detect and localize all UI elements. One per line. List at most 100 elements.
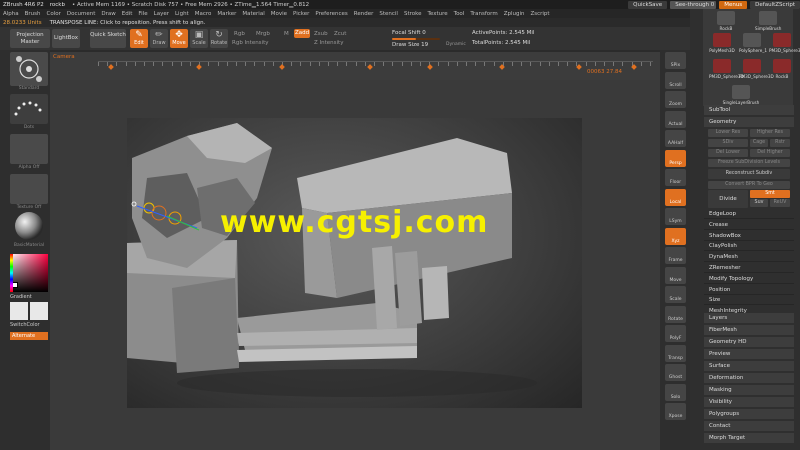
menus-button[interactable]: Menus [719,0,748,9]
menu-texture[interactable]: Texture [428,11,448,17]
shelf-xyz-button[interactable]: Xyz [665,227,686,245]
menu-zscript[interactable]: Zscript [530,11,549,17]
menu-stencil[interactable]: Stencil [379,11,398,17]
panel-visibility[interactable]: Visibility [704,397,794,407]
dynamic-toggle[interactable]: Dynamic [446,42,466,47]
hue-strip[interactable] [10,254,13,292]
tool-thumbnail[interactable]: RockB [769,59,795,79]
tool-thumbnail[interactable]: PolySphere_1 [739,33,767,53]
panel-zremesher[interactable]: ZRemesher [704,263,794,273]
zsub-toggle[interactable]: Zsub [314,31,328,37]
tool-thumbnail[interactable]: PM3D_Sphere3D [709,59,744,79]
menu-brush[interactable]: Brush [25,11,41,17]
tool-thumbnail[interactable]: PolyMesh3D [709,33,735,53]
quicksave-button[interactable]: QuickSave [628,0,668,9]
m-toggle[interactable]: M [284,31,289,37]
tool-thumbnail[interactable]: PM3D_Sphere3D [739,59,774,79]
panel-size[interactable]: Size [704,295,794,306]
shelf-polyf-button[interactable]: PolyF [665,325,686,342]
document-viewport[interactable] [127,118,582,408]
rotate-mode-button[interactable]: ↻ Rotate [210,29,228,48]
timeline[interactable]: Camera 00063 27.84 [50,52,660,80]
scale-mode-button[interactable]: ▣ Scale [190,29,208,48]
shelf-rotate-button[interactable]: Rotate [665,305,686,323]
texture-button[interactable] [10,174,48,204]
panel-geometry-hd[interactable]: Geometry HD [704,337,794,347]
rgb-toggle[interactable]: Rgb [234,31,245,37]
menu-alpha[interactable]: Alpha [3,11,19,17]
main-color-swatch[interactable] [10,302,28,320]
dots-stroke-button[interactable] [10,94,48,124]
timeline-keyframe[interactable] [108,64,114,70]
shelf-aahalf-button[interactable]: AAHalf [665,130,686,147]
shelf-persp-button[interactable]: Persp [665,149,686,167]
panel-deformation[interactable]: Deformation [704,373,794,383]
del-lower-button[interactable]: Del Lower [708,149,748,157]
menu-preferences[interactable]: Preferences [315,11,347,17]
menu-macro[interactable]: Macro [195,11,212,17]
mrgb-toggle[interactable]: Mrgb [256,31,270,37]
timeline-keyframe[interactable] [427,64,433,70]
freeze-subdiv-button[interactable]: Freeze SubDivision Levels [708,159,790,167]
panel-dynamesh[interactable]: DynaMesh [704,252,794,263]
see-through-slider[interactable]: See-through 0 [670,0,717,9]
shelf-zoom-button[interactable]: Zoom [665,91,686,108]
shelf-actual-button[interactable]: Actual [665,110,686,128]
menu-file[interactable]: File [138,11,147,17]
geometry-header[interactable]: Geometry [704,117,794,127]
menu-material[interactable]: Material [242,11,264,17]
timeline-keyframe[interactable] [278,64,285,70]
menu-render[interactable]: Render [354,11,374,17]
panel-preview[interactable]: Preview [704,349,794,359]
alpha-button[interactable] [10,134,48,164]
reconstruct-subdiv-button[interactable]: Reconstruct Subdiv [708,169,790,179]
focal-shift-track[interactable] [392,38,440,40]
shelf-scroll-button[interactable]: Scroll [665,71,686,89]
tool-thumbnail[interactable]: SimpleBrush [755,11,781,31]
menu-picker[interactable]: Picker [293,11,309,17]
lower-res-button[interactable]: Lower Res [708,129,748,137]
tool-thumbnail[interactable]: PM3D_Sphere3D [769,33,800,53]
menu-layer[interactable]: Layer [154,11,169,17]
menu-draw[interactable]: Draw [101,11,115,17]
shelf-scale-button[interactable]: Scale [665,286,686,303]
menu-color[interactable]: Color [47,11,61,17]
material-button[interactable] [10,210,48,242]
shelf-spix-button[interactable]: SPix [665,52,686,69]
z-intensity-slider[interactable]: Z Intensity [314,40,343,46]
panel-morph-target[interactable]: Morph Target [704,433,794,443]
menu-marker[interactable]: Marker [217,11,236,17]
panel-crease[interactable]: Crease [704,219,794,230]
cage-button[interactable]: Cage [750,139,768,147]
color-picker[interactable] [10,254,48,292]
suv-toggle[interactable]: Suv [750,199,768,207]
menu-stroke[interactable]: Stroke [404,11,422,17]
default-zscript-button[interactable]: DefaultZScript [750,0,800,9]
focal-shift-slider[interactable]: Focal Shift 0 [392,30,426,36]
draw-mode-button[interactable]: ✏ Draw [150,29,168,48]
panel-masking[interactable]: Masking [704,385,794,395]
smt-toggle[interactable]: Smt [750,190,790,198]
shelf-xpose-button[interactable]: Xpose [665,403,686,420]
standard-brush-button[interactable] [10,52,48,86]
menu-movie[interactable]: Movie [271,11,287,17]
secondary-color-swatch[interactable] [30,302,48,320]
shelf-move-button[interactable]: Move [665,266,686,284]
switch-color-button[interactable]: SwitchColor [10,322,48,328]
shelf-local-button[interactable]: Local [665,188,686,206]
timeline-keyframe[interactable] [196,64,202,70]
shelf-frame-button[interactable]: Frame [665,247,686,264]
projection-master-button[interactable]: Projection Master [10,29,50,48]
tool-thumbnail[interactable]: SingleLayerBrush [719,85,763,105]
timeline-keyframe[interactable] [630,64,637,70]
subtool-header[interactable]: SubTool [704,105,794,115]
menu-transform[interactable]: Transform [470,11,497,17]
rgb-intensity-slider[interactable]: Rgb Intensity [232,40,269,46]
shelf-ghost-button[interactable]: Ghost [665,364,686,381]
panel-claypolish[interactable]: ClayPolish [704,241,794,252]
shelf-lsym-button[interactable]: LSym [665,208,686,225]
menu-tool[interactable]: Tool [454,11,465,17]
timeline-keyframe[interactable] [498,64,505,70]
shelf-solo-button[interactable]: Solo [665,383,686,401]
quick-sketch-button[interactable]: Quick Sketch [90,29,126,48]
